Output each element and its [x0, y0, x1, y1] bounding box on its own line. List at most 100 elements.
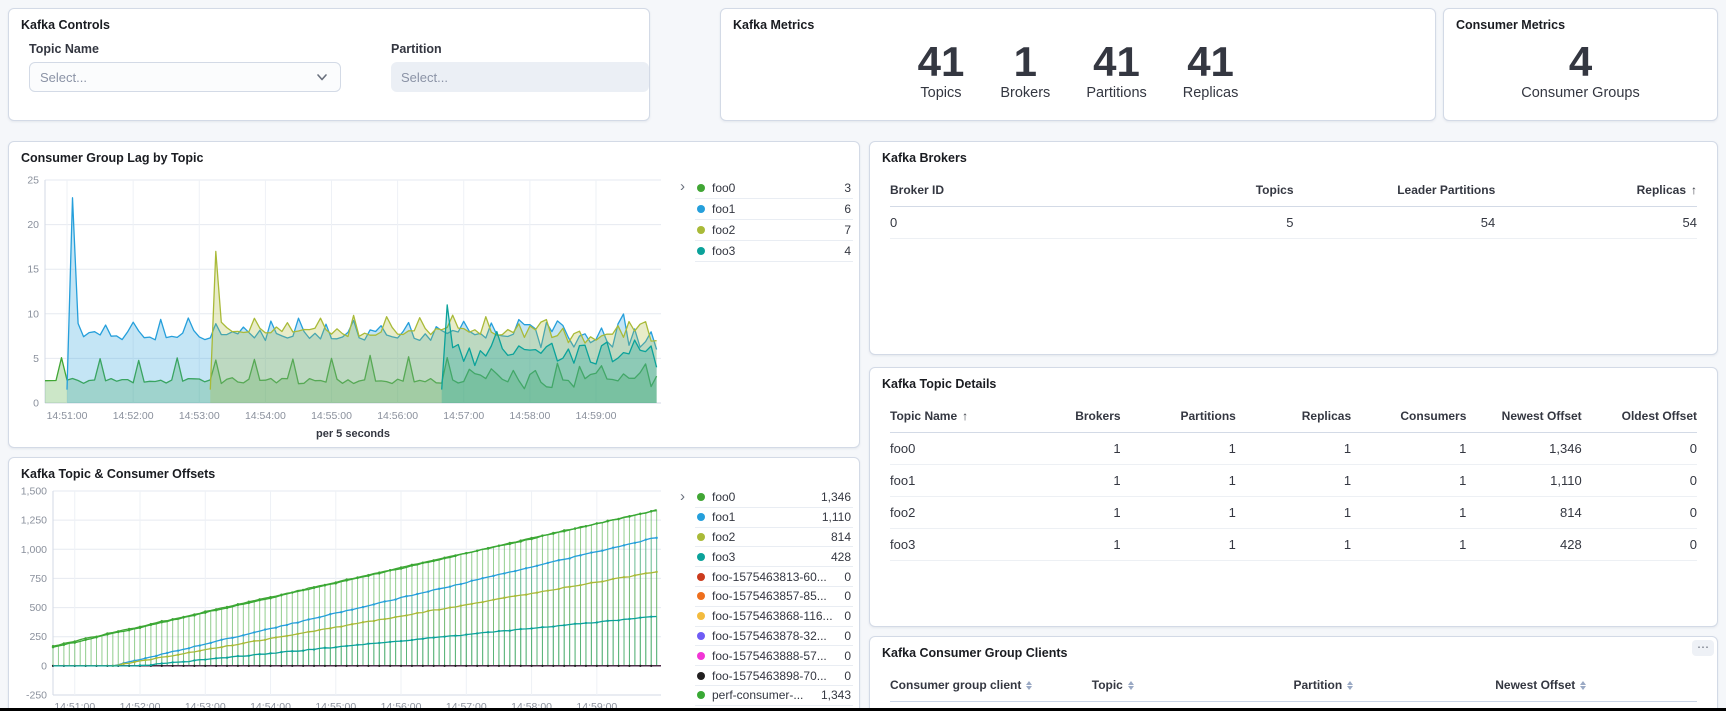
legend-item[interactable]: foo2 7 [695, 220, 853, 241]
legend-color-dot [697, 691, 705, 699]
table-cell: 0 [1582, 433, 1697, 465]
legend-item[interactable]: foo3428 [695, 547, 853, 567]
legend-label: foo3 [712, 550, 735, 564]
legend-item[interactable]: foo-1575463878-32...0 [695, 627, 853, 647]
legend-color-dot [697, 533, 705, 541]
sortable-carets-icon [1580, 681, 1586, 690]
table-cell: 1 [1351, 497, 1466, 529]
legend-item[interactable]: foo1 1,110 [695, 508, 853, 528]
table-cell: 1 [1236, 497, 1351, 529]
legend-value: 7 [844, 223, 851, 237]
column-header[interactable]: Newest Offset [1495, 668, 1697, 702]
metric-label: Brokers [1000, 85, 1050, 101]
column-header: Leader Partitions [1294, 173, 1496, 207]
brokers-table: Broker IDTopicsLeader PartitionsReplicas… [890, 173, 1697, 239]
column-header[interactable]: Topic [1092, 668, 1294, 702]
panel-title: Kafka Metrics [721, 9, 1435, 32]
column-header: Partitions [1121, 399, 1236, 433]
legend-item[interactable]: foo16 [695, 199, 853, 220]
column-header[interactable]: Partition [1294, 668, 1496, 702]
svg-text:250: 250 [29, 631, 47, 643]
table-row: foo211118140 [890, 497, 1697, 529]
sortable-carets-icon [1026, 681, 1032, 690]
legend-label: foo-1575463813-60... [712, 570, 827, 584]
legend-value: 0 [844, 669, 851, 683]
metric-value: 4 [1521, 40, 1639, 84]
metric-label: Topics [918, 85, 965, 101]
table-cell: 1 [1236, 465, 1351, 497]
legend-label: foo0 [712, 181, 735, 195]
svg-text:14:51:00: 14:51:00 [47, 410, 88, 422]
legend-label: perf-consumer-... [712, 688, 803, 702]
legend-color-dot [697, 632, 705, 640]
legend-value: 0 [844, 589, 851, 603]
kafka-metrics-row: 41Topics1Brokers41Partitions41Replicas [721, 40, 1435, 101]
legend-label: foo0 [712, 490, 735, 504]
topic-name-select[interactable]: Select... [29, 62, 341, 92]
legend-label: foo2 [712, 530, 735, 544]
legend-item[interactable]: foo-1575463888-57...0 [695, 646, 853, 666]
legend-value: 1,110 [822, 510, 851, 524]
legend-item[interactable]: foo-1575463898-70... 0 [695, 666, 853, 686]
svg-text:1,000: 1,000 [21, 544, 47, 556]
metric-label: Replicas [1183, 85, 1239, 101]
legend-label: foo2 [712, 223, 735, 237]
legend-item[interactable]: foo-1575463813-60... 0 [695, 567, 853, 587]
legend-label: foo3 [712, 244, 735, 258]
panel-title: Kafka Brokers [870, 142, 1717, 165]
legend-collapse-chevron-icon[interactable]: › [680, 489, 685, 504]
column-header: Consumers [1351, 399, 1466, 433]
table-cell: 1 [1005, 529, 1120, 561]
legend-color-dot [697, 205, 705, 213]
legend-item[interactable]: foo2814 [695, 528, 853, 548]
table-cell: 1 [1121, 465, 1236, 497]
svg-text:14:59:00: 14:59:00 [576, 410, 617, 422]
chevron-down-icon [314, 69, 330, 85]
legend-label: foo-1575463898-70... [712, 669, 827, 683]
svg-text:14:58:00: 14:58:00 [509, 410, 550, 422]
legend-value: 0 [844, 570, 851, 584]
table-cell: 1,110 [1466, 465, 1581, 497]
partition-field: Partition Select... [391, 42, 649, 92]
partition-placeholder: Select... [401, 70, 448, 85]
table-cell: foo0 [890, 433, 1005, 465]
column-header: Replicas [1236, 399, 1351, 433]
partition-select[interactable]: Select... [391, 62, 649, 92]
legend-item[interactable]: foo-1575463868-116...0 [695, 607, 853, 627]
column-header[interactable]: Consumer group client [890, 668, 1092, 702]
svg-text:15: 15 [27, 264, 39, 276]
kafka-dashboard: Kafka Controls Topic Name Select... Part… [0, 0, 1726, 711]
column-header: Topics [1092, 173, 1294, 207]
clients-table: Consumer group clientTopicPartitionNewes… [890, 668, 1697, 711]
legend-item[interactable]: foo-1575463857-85...0 [695, 587, 853, 607]
legend-label: foo1 [712, 510, 735, 524]
table-cell: 1 [1351, 465, 1466, 497]
svg-text:5: 5 [33, 353, 39, 365]
panel-kafka-controls: Kafka Controls Topic Name Select... Part… [8, 8, 650, 121]
legend-collapse-chevron-icon[interactable]: › [680, 179, 685, 194]
panel-kafka-metrics: Kafka Metrics 41Topics1Brokers41Partitio… [720, 8, 1436, 121]
metric: 1Brokers [1000, 40, 1050, 101]
svg-text:-250: -250 [26, 690, 47, 702]
legend-item[interactable]: foo01,346 [695, 488, 853, 508]
legend-item[interactable]: foo0 3 [695, 178, 853, 199]
legend-color-dot [697, 247, 705, 255]
panel-title: Kafka Topic & Consumer Offsets [9, 458, 859, 481]
legend-item[interactable]: foo34 [695, 241, 853, 262]
panel-kafka-brokers: Kafka Brokers Broker IDTopicsLeader Part… [869, 141, 1718, 355]
panel-options-ellipsis-icon[interactable]: ⋯ [1692, 640, 1714, 656]
legend-value: 3 [844, 181, 851, 195]
metric: 41Topics [918, 40, 965, 101]
legend-color-dot [697, 184, 705, 192]
legend-color-dot [697, 672, 705, 680]
topic-details-table: Topic Name↑BrokersPartitionsReplicasCons… [890, 399, 1697, 561]
table-row: foo311114280 [890, 529, 1697, 561]
legend-value: 0 [844, 609, 851, 623]
column-header[interactable]: Replicas↑ [1495, 173, 1697, 207]
legend-item[interactable]: perf-consumer-...1,343 [695, 686, 853, 706]
table-cell: foo3 [890, 529, 1005, 561]
partition-label: Partition [391, 42, 649, 56]
metric: 41Replicas [1183, 40, 1239, 101]
panel-offsets-chart: Kafka Topic & Consumer Offsets -25002505… [8, 457, 860, 711]
column-header[interactable]: Topic Name↑ [890, 399, 1005, 433]
